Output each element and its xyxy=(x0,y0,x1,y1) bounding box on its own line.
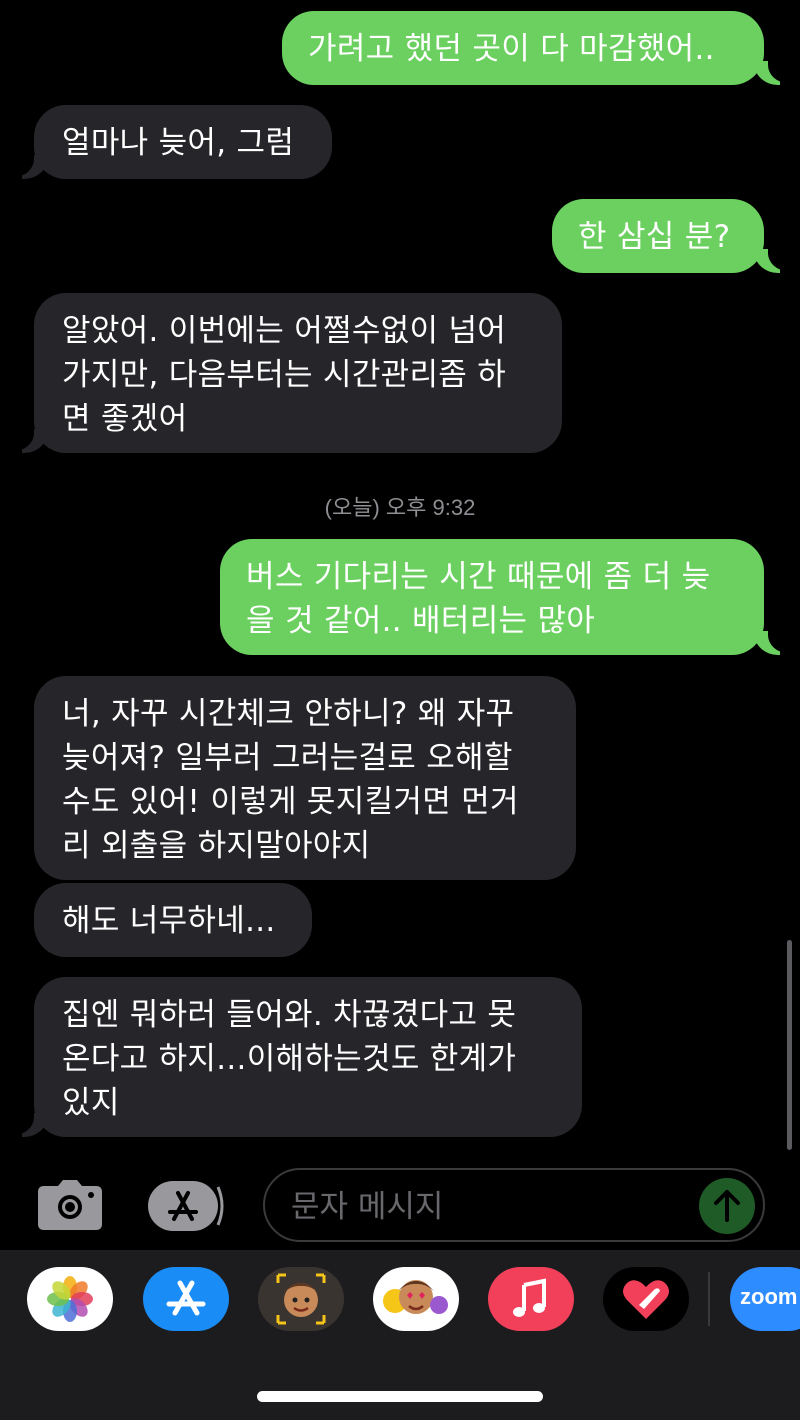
app-store-app[interactable] xyxy=(143,1267,229,1331)
photos-icon xyxy=(47,1276,93,1322)
memoji-icon xyxy=(258,1267,344,1331)
message-bubble-received[interactable]: 알았어. 이번에는 어쩔수없이 넘어 가지만, 다음부터는 시간관리좀 하 면 … xyxy=(34,293,562,453)
heart-icon xyxy=(623,1280,669,1319)
drawer-divider xyxy=(708,1272,710,1326)
bubble-tail xyxy=(754,241,792,273)
message-input[interactable] xyxy=(289,1182,693,1232)
message-bubble-received[interactable]: 너, 자꾸 시간체크 안하니? 왜 자꾸 늦어져? 일부러 그러는걸로 오해할 … xyxy=(34,676,576,880)
camera-icon xyxy=(38,1180,102,1230)
memoji-stickers-app[interactable] xyxy=(373,1267,459,1331)
message-bubble-sent[interactable]: 버스 기다리는 시간 때문에 좀 더 늦 을 것 같어.. 배터리는 많아 xyxy=(220,539,764,655)
camera-button[interactable] xyxy=(38,1180,102,1230)
bubble-tail xyxy=(10,421,48,453)
zoom-icon: zoom xyxy=(740,1284,798,1309)
message-bubble-received[interactable]: 집엔 뭐하러 들어와. 차끊겼다고 못 온다고 하지...이해하는것도 한계가 … xyxy=(34,977,582,1137)
message-bubble-received[interactable]: 얼마나 늦어, 그럼 xyxy=(34,105,332,179)
message-input-field[interactable] xyxy=(263,1168,765,1242)
zoom-app[interactable]: zoom xyxy=(730,1267,800,1331)
bubble-tail xyxy=(754,53,792,85)
message-bubble-received[interactable]: 해도 너무하네... xyxy=(34,883,312,957)
home-indicator[interactable] xyxy=(257,1391,543,1402)
digital-touch-app[interactable] xyxy=(603,1267,689,1331)
photos-app[interactable] xyxy=(27,1267,113,1331)
send-button[interactable] xyxy=(699,1178,755,1234)
music-note-icon xyxy=(513,1278,546,1317)
message-bubble-sent[interactable]: 가려고 했던 곳이 다 마감했어.. xyxy=(282,11,764,85)
message-bubble-sent[interactable]: 한 삼십 분? xyxy=(552,199,764,273)
bubble-tail xyxy=(10,147,48,179)
memoji-camera-app[interactable] xyxy=(258,1267,344,1331)
bubble-tail xyxy=(754,623,792,655)
memoji-stickers-icon xyxy=(383,1280,448,1314)
scrollbar[interactable] xyxy=(787,940,792,1150)
app-store-icon xyxy=(166,1280,206,1316)
bubble-tail xyxy=(10,1105,48,1137)
arrow-up-icon xyxy=(714,1190,740,1222)
app-store-icon xyxy=(148,1181,224,1231)
music-app[interactable] xyxy=(488,1267,574,1331)
timestamp: (오늘) 오후 9:32 xyxy=(324,495,476,520)
apps-button[interactable] xyxy=(148,1181,226,1231)
